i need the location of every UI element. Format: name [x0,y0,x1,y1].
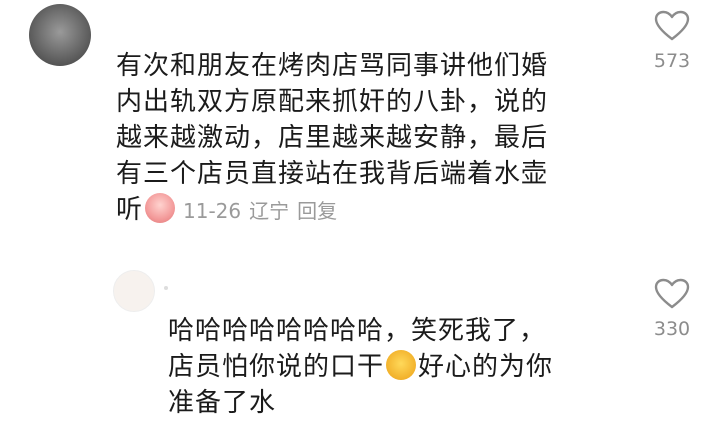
thirsty-emoji-icon [386,350,417,380]
comment-line: 有三个店员直接站在我背后端着水壶 [116,159,549,189]
like-button[interactable]: 573 [642,10,702,72]
comment-location: 辽宁 [249,199,290,223]
comment-line: 越来越激动，店里越来越安静，最后 [116,123,549,153]
like-button[interactable]: 330 [642,278,702,340]
heart-outline-icon [654,278,690,309]
crying-emoji-icon [145,193,176,223]
comment-meta: 11-26 辽宁 回复 [183,199,345,223]
comment-last-line: 听 11-26 辽宁 回复 [116,192,636,229]
comment-line: 准备了水 [168,388,277,418]
like-count: 573 [653,50,691,72]
comment-line: 店员怕你说的口干 [168,352,385,382]
comment-body[interactable]: 有次和朋友在烤肉店骂同事讲他们婚 内出轨双方原配来抓奸的八卦，说的 越来越激动，… [116,48,636,229]
comment-line: 有次和朋友在烤肉店骂同事讲他们婚 [116,51,549,81]
comment-line: 哈哈哈哈哈哈哈哈，笑死我了， [168,316,547,346]
heart-outline-icon [654,10,690,41]
reply-indicator [164,286,168,290]
like-count: 330 [653,318,691,340]
comment-date: 11-26 [183,199,242,223]
reply-button[interactable]: 回复 [297,199,337,223]
commenter-avatar[interactable] [29,4,91,66]
replier-avatar[interactable] [113,270,155,312]
comment-line-with-emoji: 店员怕你说的口干 好心的为你 [168,349,628,385]
comment-line: 好心的为你 [418,352,554,382]
comment-line: 内出轨双方原配来抓奸的八卦，说的 [116,87,549,117]
comment-line: 听 [116,195,144,225]
